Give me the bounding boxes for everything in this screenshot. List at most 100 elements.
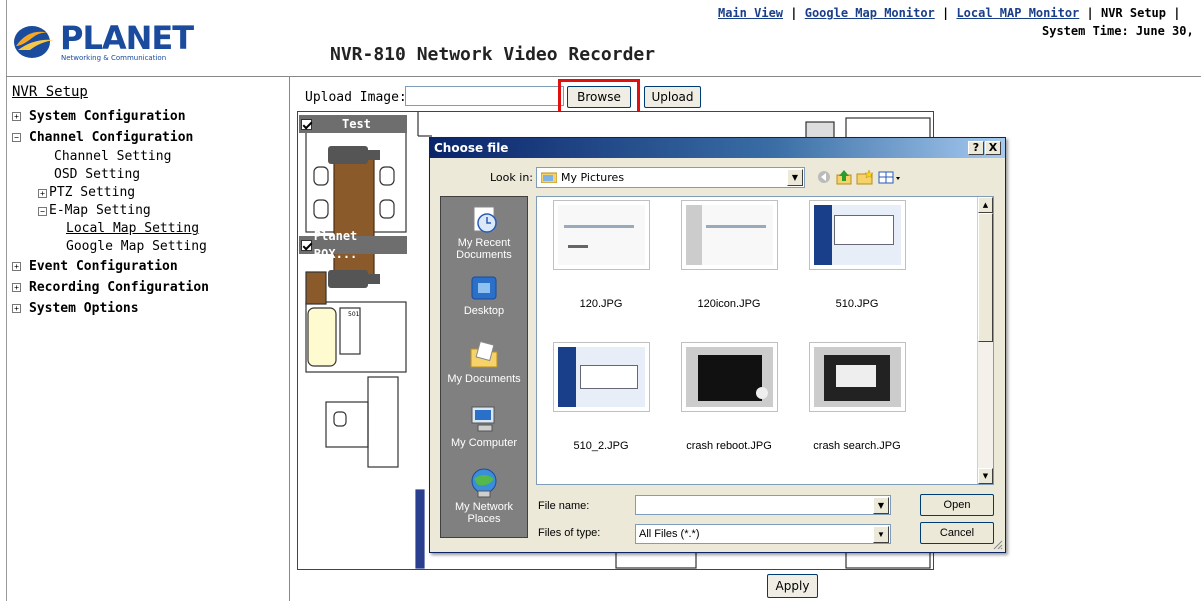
camera-tag-label: Test xyxy=(342,117,371,131)
camera-tag-label: Planet BOX... xyxy=(313,229,358,261)
file-name: 120.JPG xyxy=(579,298,623,310)
my-network-places-icon xyxy=(471,468,497,498)
sidebar-item-system-options[interactable]: + System Options xyxy=(12,298,282,319)
file-item[interactable]: 120icon.JPG xyxy=(671,200,787,310)
file-name-label: File name: xyxy=(538,500,590,512)
sidebar-item-channel-setting[interactable]: Channel Setting xyxy=(12,148,282,166)
chevron-down-icon[interactable]: ▼ xyxy=(787,169,803,186)
look-in-label: Look in: xyxy=(490,171,533,184)
svg-text:501: 501 xyxy=(348,311,360,318)
help-button[interactable]: ? xyxy=(968,141,984,155)
sidebar-item-ptz-setting[interactable]: + PTZ Setting xyxy=(12,184,282,202)
upload-image-label: Upload Image: xyxy=(305,90,407,105)
upload-image-input[interactable] xyxy=(405,86,564,106)
expand-icon[interactable]: + xyxy=(38,188,47,198)
nav-separator: | xyxy=(1079,6,1101,20)
place-my-computer[interactable]: My Computer xyxy=(441,403,527,449)
choose-file-dialog: Choose file ? X Look in: My Pictures ▼ M… xyxy=(429,137,1006,553)
cancel-button[interactable]: Cancel xyxy=(920,522,994,544)
file-item[interactable]: crash reboot.JPG xyxy=(671,342,787,452)
new-folder-icon[interactable] xyxy=(856,169,874,186)
sidebar-item-label: System Options xyxy=(29,301,139,316)
file-thumbnail xyxy=(680,342,778,412)
sidebar-title-nvr-setup[interactable]: NVR Setup xyxy=(12,84,282,100)
place-my-recent-documents[interactable]: My Recent Documents xyxy=(441,203,527,261)
nav-separator: | xyxy=(783,6,805,20)
sidebar-item-label: Event Configuration xyxy=(29,259,178,274)
system-time: System Time: June 30, xyxy=(1042,24,1194,38)
file-type-select[interactable]: All Files (*.*) ▼ xyxy=(635,524,891,544)
page-title: NVR-810 Network Video Recorder xyxy=(330,44,656,65)
folder-icon xyxy=(541,172,557,183)
close-button[interactable]: X xyxy=(985,141,1001,155)
nav-current-nvr-setup: NVR Setup xyxy=(1100,6,1166,20)
camera-tag-planet-box[interactable]: Planet BOX... xyxy=(299,229,407,261)
sidebar-item-event-configuration[interactable]: + Event Configuration xyxy=(12,256,282,277)
place-label: My Recent Documents xyxy=(456,237,512,261)
sidebar-item-google-map-setting[interactable]: Google Map Setting xyxy=(12,238,282,256)
expand-icon[interactable]: + xyxy=(12,112,21,121)
logo-text: PLANET xyxy=(60,19,194,57)
logo-globe-icon xyxy=(14,26,54,58)
upload-button[interactable]: Upload xyxy=(644,86,701,108)
sidebar-item-emap-setting[interactable]: − E-Map Setting xyxy=(12,202,282,220)
look-in-select[interactable]: My Pictures ▼ xyxy=(536,167,805,188)
sidebar-divider xyxy=(289,77,290,601)
place-my-documents[interactable]: My Documents xyxy=(441,339,527,385)
chevron-down-icon[interactable]: ▼ xyxy=(873,497,889,514)
collapse-icon[interactable]: − xyxy=(38,206,47,216)
scrollbar-thumb[interactable] xyxy=(978,213,993,342)
camera-checkbox[interactable] xyxy=(301,118,312,130)
sidebar-item-recording-configuration[interactable]: + Recording Configuration xyxy=(12,277,282,298)
expand-icon[interactable]: + xyxy=(12,283,21,292)
nav-separator: | xyxy=(934,6,957,20)
my-documents-icon xyxy=(470,340,498,368)
collapse-icon[interactable]: − xyxy=(12,133,21,142)
resize-grip-icon[interactable] xyxy=(991,538,1003,550)
nav-separator: | xyxy=(1166,6,1181,20)
file-name: 120icon.JPG xyxy=(697,298,761,310)
left-border xyxy=(6,0,7,601)
camera-checkbox[interactable] xyxy=(301,239,312,251)
place-label: My Computer xyxy=(450,437,518,449)
chevron-down-icon[interactable]: ▼ xyxy=(873,526,889,543)
sidebar-item-local-map-setting[interactable]: Local Map Setting xyxy=(12,220,282,238)
file-item[interactable]: 510_2.JPG xyxy=(543,342,659,452)
nav-link-google-map-monitor[interactable]: Google Map Monitor xyxy=(805,6,935,20)
nav-link-local-map-monitor[interactable]: Local MAP Monitor xyxy=(956,6,1079,20)
expand-icon[interactable]: + xyxy=(12,262,21,271)
planet-logo: PLANET Networking & Communication xyxy=(12,18,194,64)
expand-icon[interactable]: + xyxy=(12,304,21,313)
sidebar-item-label: System Configuration xyxy=(29,109,186,124)
logo-subtitle: Networking & Communication xyxy=(61,54,167,62)
file-item[interactable]: crash search.JPG xyxy=(799,342,915,452)
open-button[interactable]: Open xyxy=(920,494,994,516)
camera-tag-test[interactable]: Test xyxy=(299,115,407,133)
file-thumbnail xyxy=(808,342,906,412)
file-item[interactable]: 510.JPG xyxy=(799,200,915,310)
sidebar-item-osd-setting[interactable]: OSD Setting xyxy=(12,166,282,184)
place-label: My Documents xyxy=(447,373,521,385)
place-label: Desktop xyxy=(463,305,505,317)
sidebar-item-channel-configuration[interactable]: − Channel Configuration xyxy=(12,127,282,148)
file-thumbnail xyxy=(808,200,906,270)
place-my-network-places[interactable]: My Network Places xyxy=(441,467,527,525)
apply-button[interactable]: Apply xyxy=(767,574,818,598)
up-folder-icon[interactable] xyxy=(835,169,853,186)
file-name-input[interactable]: ▼ xyxy=(635,495,891,515)
sidebar-item-label: Channel Configuration xyxy=(29,130,194,145)
place-desktop[interactable]: Desktop xyxy=(441,275,527,317)
desktop-icon xyxy=(471,276,497,300)
recent-documents-icon xyxy=(473,206,497,233)
view-menu-icon[interactable] xyxy=(878,169,902,186)
sidebar-item-label: PTZ Setting xyxy=(49,185,136,200)
look-in-value: My Pictures xyxy=(561,171,625,184)
sidebar-item-system-configuration[interactable]: + System Configuration xyxy=(12,106,282,127)
file-item[interactable]: 120.JPG xyxy=(543,200,659,310)
nav-link-main-view[interactable]: Main View xyxy=(718,6,783,20)
scroll-up-icon[interactable]: ▲ xyxy=(978,197,993,213)
file-list-scrollbar[interactable]: ▲ ▼ xyxy=(977,197,993,484)
file-thumbnail xyxy=(552,342,650,412)
back-icon[interactable] xyxy=(815,169,833,186)
scroll-down-icon[interactable]: ▼ xyxy=(978,468,993,484)
